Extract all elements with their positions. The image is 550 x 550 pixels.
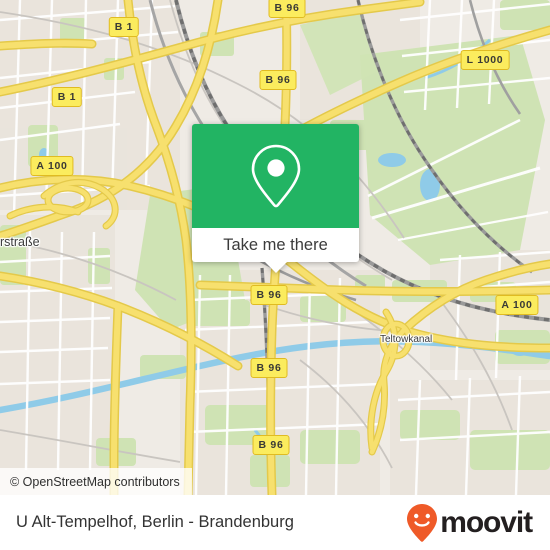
road-shield: B 96 (252, 435, 290, 455)
road-shield: B 96 (259, 70, 297, 90)
moovit-logo[interactable]: moovit (405, 503, 533, 543)
road-shield: B 96 (268, 0, 306, 18)
take-me-there-label: Take me there (223, 235, 328, 254)
road-shield: B 1 (51, 87, 83, 107)
location-callout-card[interactable]: Take me there (192, 124, 359, 273)
map-pin-icon (251, 144, 300, 208)
callout-tail-pointer (264, 262, 287, 273)
map-place-label: Teltowkanal (380, 334, 433, 345)
road-shield: B 96 (250, 358, 288, 378)
location-title: U Alt-Tempelhof, Berlin - Brandenburg (16, 513, 294, 531)
take-me-there-button[interactable]: Take me there (192, 228, 359, 273)
moovit-wordmark: moovit (440, 505, 533, 539)
road-shield: B 96 (250, 285, 288, 305)
road-shield: A 100 (30, 156, 74, 176)
road-shield: L 1000 (460, 50, 510, 70)
osm-attribution[interactable]: © OpenStreetMap contributors (0, 468, 192, 495)
map-place-label: rstraße (0, 235, 40, 249)
footer-bar: U Alt-Tempelhof, Berlin - Brandenburg mo… (0, 495, 550, 550)
screenshot-root: B 1 B 96 B 1 B 96 L 1000 A 100 B 96 A 100 B 96 B … (0, 0, 550, 550)
road-shield: A 100 (495, 295, 539, 315)
map-canvas[interactable]: B 1 B 96 B 1 B 96 L 1000 A 100 B 96 A 100 B 96 B … (0, 0, 550, 495)
callout-marker-panel (192, 124, 359, 228)
road-shield: B 1 (108, 17, 140, 37)
moovit-pin-smile-icon (407, 503, 438, 542)
